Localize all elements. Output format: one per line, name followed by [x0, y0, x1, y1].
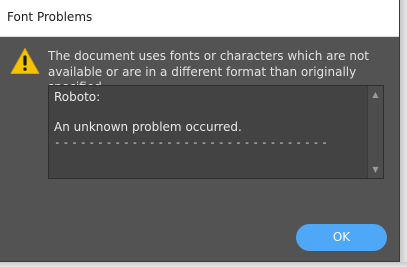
details-text: Roboto: An unknown problem occurred. ---…	[54, 90, 364, 150]
scroll-down-icon[interactable]: ▼	[370, 164, 381, 175]
scroll-up-icon[interactable]: ▲	[370, 89, 381, 100]
separator-line: --------------------------------	[54, 136, 330, 149]
details-textarea[interactable]: Roboto: An unknown problem occurred. ---…	[48, 85, 384, 179]
font-name-line: Roboto:	[54, 90, 101, 104]
details-scrollbar[interactable]: ▲ ▼	[367, 86, 383, 178]
window-shadow-right	[400, 0, 407, 267]
title-bar[interactable]: Font Problems	[0, 0, 399, 37]
warning-icon	[10, 48, 40, 74]
dialog-title: Font Problems	[7, 10, 93, 24]
window-shadow-bottom	[0, 262, 407, 267]
ok-button[interactable]: OK	[296, 224, 387, 251]
font-problems-dialog: Font Problems The document uses fonts or…	[0, 0, 400, 262]
problem-line: An unknown problem occurred.	[54, 120, 242, 134]
